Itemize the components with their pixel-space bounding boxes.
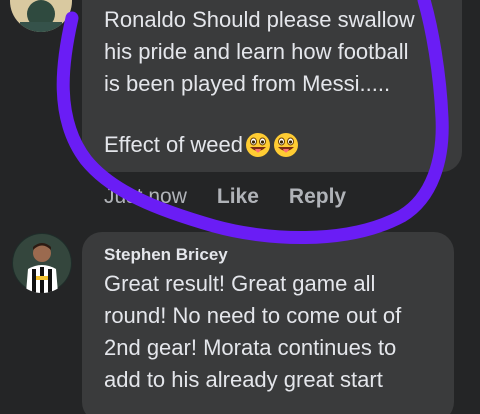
like-button[interactable]: Like	[217, 185, 259, 209]
reply-button[interactable]: Reply	[289, 185, 346, 209]
comment-text: Great result! Great game all round! No n…	[104, 271, 402, 392]
comment-text-extra: Effect of weed	[104, 129, 299, 161]
profile-photo-icon	[12, 233, 72, 293]
comments-screen: Ronaldo Should please swallow his pride …	[0, 0, 480, 414]
stephen-bricey-avatar[interactable]	[12, 233, 72, 293]
comment-extra-text: Effect of weed	[104, 132, 244, 157]
profile-photo-icon	[10, 0, 72, 32]
comment-timestamp: Just now	[104, 185, 187, 208]
commenter-avatar[interactable]	[10, 0, 72, 32]
comment-author[interactable]: Stephen Bricey	[104, 245, 228, 265]
comment-actions: Just now Like Reply	[104, 185, 346, 209]
comment-text: Ronaldo Should please swallow his pride …	[104, 7, 415, 96]
grinning-tongue-out-emoji-icon	[245, 132, 271, 158]
grinning-tongue-out-emoji-icon	[273, 132, 299, 158]
